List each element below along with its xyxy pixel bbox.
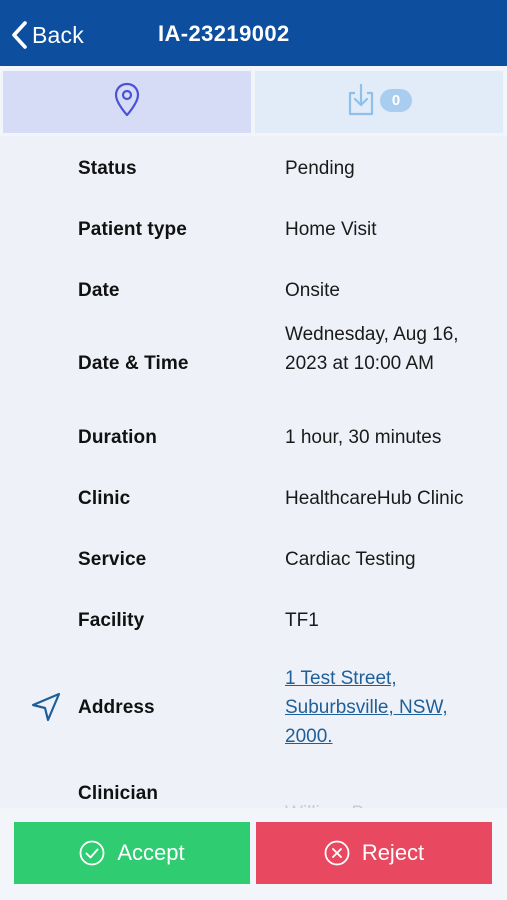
date-time-line: 2023 at 10:00 AM (285, 353, 434, 374)
map-pin-icon (113, 82, 141, 123)
tab-bar: 0 (0, 66, 507, 136)
address-link[interactable]: 1 Test Street, Suburbsville, NSW, 2000. (285, 664, 495, 751)
clinician-label: Clinician (78, 783, 159, 804)
status-label: Status (78, 158, 137, 179)
patient-type-value: Home Visit (285, 219, 377, 240)
address-line[interactable]: Suburbsville, NSW, (285, 693, 495, 722)
date-label: Date (78, 280, 120, 301)
accept-label: Accept (117, 840, 185, 865)
clinic-value: HealthcareHub Clinic (285, 488, 464, 509)
download-icon (346, 83, 376, 122)
downloads-count-badge: 0 (380, 88, 412, 112)
address-line[interactable]: 2000. (285, 722, 495, 751)
tab-downloads[interactable]: 0 (255, 71, 503, 133)
duration-label: Duration (78, 427, 157, 448)
date-time-line: Wednesday, Aug 16, (285, 324, 459, 345)
top-bar: Back IA-23219002 (0, 0, 507, 66)
facility-label: Facility (78, 610, 145, 631)
address-label: Address (78, 697, 155, 718)
date-time-label: Date & Time (78, 353, 189, 374)
accept-button[interactable]: Accept (14, 822, 250, 884)
navigation-arrow-icon[interactable] (30, 691, 62, 728)
clinic-label: Clinic (78, 488, 131, 509)
action-bar: Accept Reject (0, 808, 507, 900)
facility-value: TF1 (285, 610, 319, 631)
back-button[interactable]: Back (10, 18, 84, 52)
date-value: Onsite (285, 280, 340, 301)
appointment-details: Status Pending Patient type Home Visit D… (0, 136, 507, 810)
patient-type-label: Patient type (78, 219, 187, 240)
close-circle-icon (324, 840, 350, 866)
page-title: IA-23219002 (158, 21, 290, 46)
check-circle-icon (79, 840, 105, 866)
back-label: Back (32, 21, 84, 48)
duration-value: 1 hour, 30 minutes (285, 427, 442, 448)
chevron-left-icon (10, 20, 28, 50)
service-label: Service (78, 549, 147, 570)
service-value: Cardiac Testing (285, 549, 416, 570)
address-line[interactable]: 1 Test Street, (285, 664, 495, 693)
date-time-value: Wednesday, Aug 16, 2023 at 10:00 AM (285, 320, 495, 378)
reject-label: Reject (361, 840, 425, 865)
status-value: Pending (285, 158, 355, 179)
tab-location[interactable] (3, 71, 251, 133)
reject-button[interactable]: Reject (256, 822, 492, 884)
